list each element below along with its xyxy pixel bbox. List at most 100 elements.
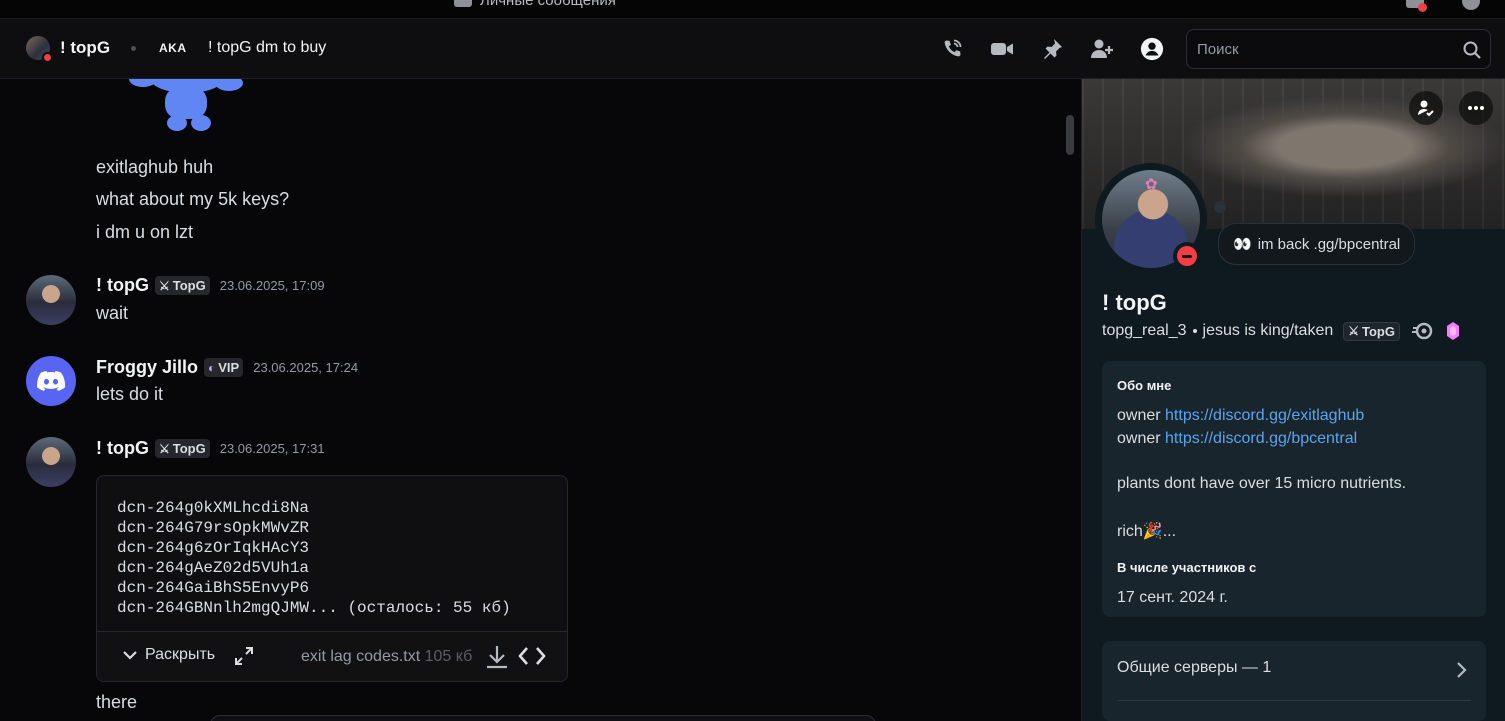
file-preview: dcn-264g0kXMLhcdi8Na dcn-264G79rsOpkMWvZR…	[117, 498, 511, 618]
video-icon[interactable]	[990, 37, 1014, 61]
message-text: wait	[96, 303, 129, 323]
user-profile-panel: ✿ 👀 im back .gg/bpcentral ! topG topg_re…	[1081, 79, 1505, 721]
file-line: dcn-264g0kXMLhcdi8Na	[117, 499, 310, 517]
guild-tag[interactable]: ⚔ TopG	[154, 439, 210, 458]
guild-tag[interactable]: ⚔ TopG	[154, 276, 210, 295]
about-line: plants dont have over 15 micro nutrients…	[1117, 475, 1407, 492]
moon-icon: ◐	[208, 360, 216, 375]
message-composer[interactable]	[210, 715, 876, 721]
message-text: lets do it	[96, 384, 164, 404]
avatar[interactable]	[26, 437, 76, 487]
guild-tag-label: TopG	[1362, 323, 1395, 339]
message-timestamp: 23.06.2025, 17:31	[219, 441, 325, 456]
file-footer: Раскрыть exit lag codes.txt 105 кб	[97, 631, 567, 681]
member-since-date: 17 сент. 2024 г.	[1117, 589, 1228, 606]
dm-icon	[454, 0, 472, 7]
divider	[1117, 700, 1471, 701]
message-author[interactable]: ! topG	[96, 438, 149, 459]
expand-button[interactable]: Раскрыть	[121, 646, 215, 664]
about-me-card: Обо мне owner https://discord.gg/exitlag…	[1102, 361, 1486, 617]
friend-status-icon[interactable]	[1409, 91, 1443, 125]
message-text: there	[96, 692, 138, 712]
file-line: dcn-264GaiBhS5EnvyP6	[117, 579, 310, 597]
header-avatar[interactable]	[26, 36, 53, 63]
flower-decoration-icon: ✿	[1145, 176, 1158, 193]
add-friend-icon[interactable]	[1090, 37, 1114, 61]
sword-icon: ⚔	[1348, 324, 1360, 338]
file-attachment[interactable]: dcn-264g0kXMLhcdi8Na dcn-264G79rsOpkMWvZR…	[96, 475, 568, 682]
invite-link[interactable]: https://discord.gg/bpcentral	[1165, 430, 1357, 447]
sticker-image	[129, 79, 243, 131]
chat-area[interactable]: exitlaghub huh what about my 5k keys? i …	[0, 79, 1081, 721]
message-timestamp: 23.06.2025, 17:24	[253, 360, 359, 375]
boost-gem-icon[interactable]	[1446, 321, 1460, 341]
party-popper-icon: 🎉	[1142, 523, 1163, 540]
profile-pronouns: jesus is king/taken	[1202, 322, 1334, 339]
header-username[interactable]: ! topG	[60, 38, 110, 58]
guild-tag[interactable]: ◐ VIP	[204, 358, 244, 377]
about-heading: Обо мне	[1117, 378, 1172, 393]
eyes-emoji-icon: 👀	[1233, 236, 1252, 253]
guild-tag[interactable]: ⚔ TopG	[1343, 321, 1400, 341]
invite-link[interactable]: https://discord.gg/exitlaghub	[1165, 407, 1364, 424]
pin-icon[interactable]	[1040, 37, 1064, 61]
help-icon[interactable]	[1462, 0, 1480, 10]
custom-status[interactable]: 👀 im back .gg/bpcentral	[1218, 223, 1416, 265]
code-icon[interactable]	[518, 644, 546, 673]
aka-value: ! topG dm to buy	[208, 39, 327, 56]
file-line: dcn-264g6zOrIqkHAcY3	[117, 539, 310, 557]
nitro-badge-icon[interactable]	[1412, 322, 1434, 340]
message-header: ! topG ⚔ TopG 23.06.2025, 17:31	[96, 438, 325, 459]
status-bubble-tail	[1214, 201, 1226, 213]
mutual-servers-card[interactable]: Общие серверы — 1	[1102, 641, 1486, 721]
message-author[interactable]: Froggy Jillo	[96, 357, 198, 378]
sword-icon: ⚔	[158, 441, 170, 456]
window-titlebar: Личные сообщения	[0, 0, 1505, 19]
chat-scrollbar[interactable]	[1066, 115, 1074, 155]
about-text: owner	[1117, 407, 1166, 424]
about-text: ...	[1162, 523, 1177, 540]
message-author[interactable]: ! topG	[96, 275, 149, 296]
avatar[interactable]	[26, 275, 76, 325]
message-text: exitlaghub huh	[96, 157, 214, 177]
about-text: rich	[1117, 523, 1143, 540]
separator-dot	[1192, 329, 1197, 333]
window-title-text: Личные сообщения	[480, 0, 616, 9]
profile-display-name: ! topG	[1102, 290, 1167, 315]
chevron-down-icon	[123, 651, 137, 660]
profile-subline: topg_real_3 jesus is king/taken ⚔ TopG	[1102, 321, 1460, 341]
profile-toggle-icon[interactable]	[1140, 37, 1164, 61]
file-size: 105 кб	[424, 648, 473, 665]
header-separator	[131, 46, 136, 51]
file-name-text: exit lag codes.txt	[301, 648, 421, 665]
profile-username[interactable]: topg_real_3	[1102, 322, 1187, 340]
about-text: owner	[1117, 430, 1166, 447]
about-line: owner https://discord.gg/exitlaghub	[1117, 407, 1364, 425]
file-line: dcn-264G79rsOpkMWvZR	[117, 519, 310, 537]
message-text: what about my 5k keys?	[96, 189, 290, 209]
dnd-status-icon	[42, 52, 53, 63]
window-title: Личные сообщения	[454, 0, 616, 9]
file-line: dcn-264GBNnlh2mgQJMW... (осталось: 55 кб…	[117, 599, 511, 617]
about-line: rich🎉...	[1117, 521, 1176, 541]
fullscreen-icon[interactable]	[234, 646, 254, 671]
download-icon[interactable]	[485, 644, 509, 675]
search-icon[interactable]	[1462, 40, 1482, 65]
more-options-icon[interactable]	[1459, 91, 1493, 125]
custom-status-text: im back .gg/bpcentral	[1257, 235, 1401, 253]
guild-tag-label: TopG	[172, 441, 206, 456]
phone-icon[interactable]	[940, 37, 964, 61]
expand-label: Раскрыть	[145, 646, 216, 663]
file-line: dcn-264gAeZ02d5VUh1a	[117, 559, 310, 577]
avatar[interactable]	[26, 356, 76, 406]
search-box[interactable]	[1186, 29, 1491, 69]
mutual-servers-label: Общие серверы — 1	[1117, 659, 1272, 676]
search-input[interactable]	[1197, 30, 1457, 68]
dm-header: ! topG AKA ! topG dm to buy	[0, 19, 1505, 79]
dnd-status-icon	[1173, 242, 1201, 270]
notification-dot	[1418, 3, 1427, 12]
message-timestamp: 23.06.2025, 17:09	[219, 278, 325, 293]
guild-tag-label: VIP	[218, 360, 240, 375]
file-name: exit lag codes.txt 105 кб	[301, 648, 472, 666]
message-header: ! topG ⚔ TopG 23.06.2025, 17:09	[96, 275, 325, 296]
